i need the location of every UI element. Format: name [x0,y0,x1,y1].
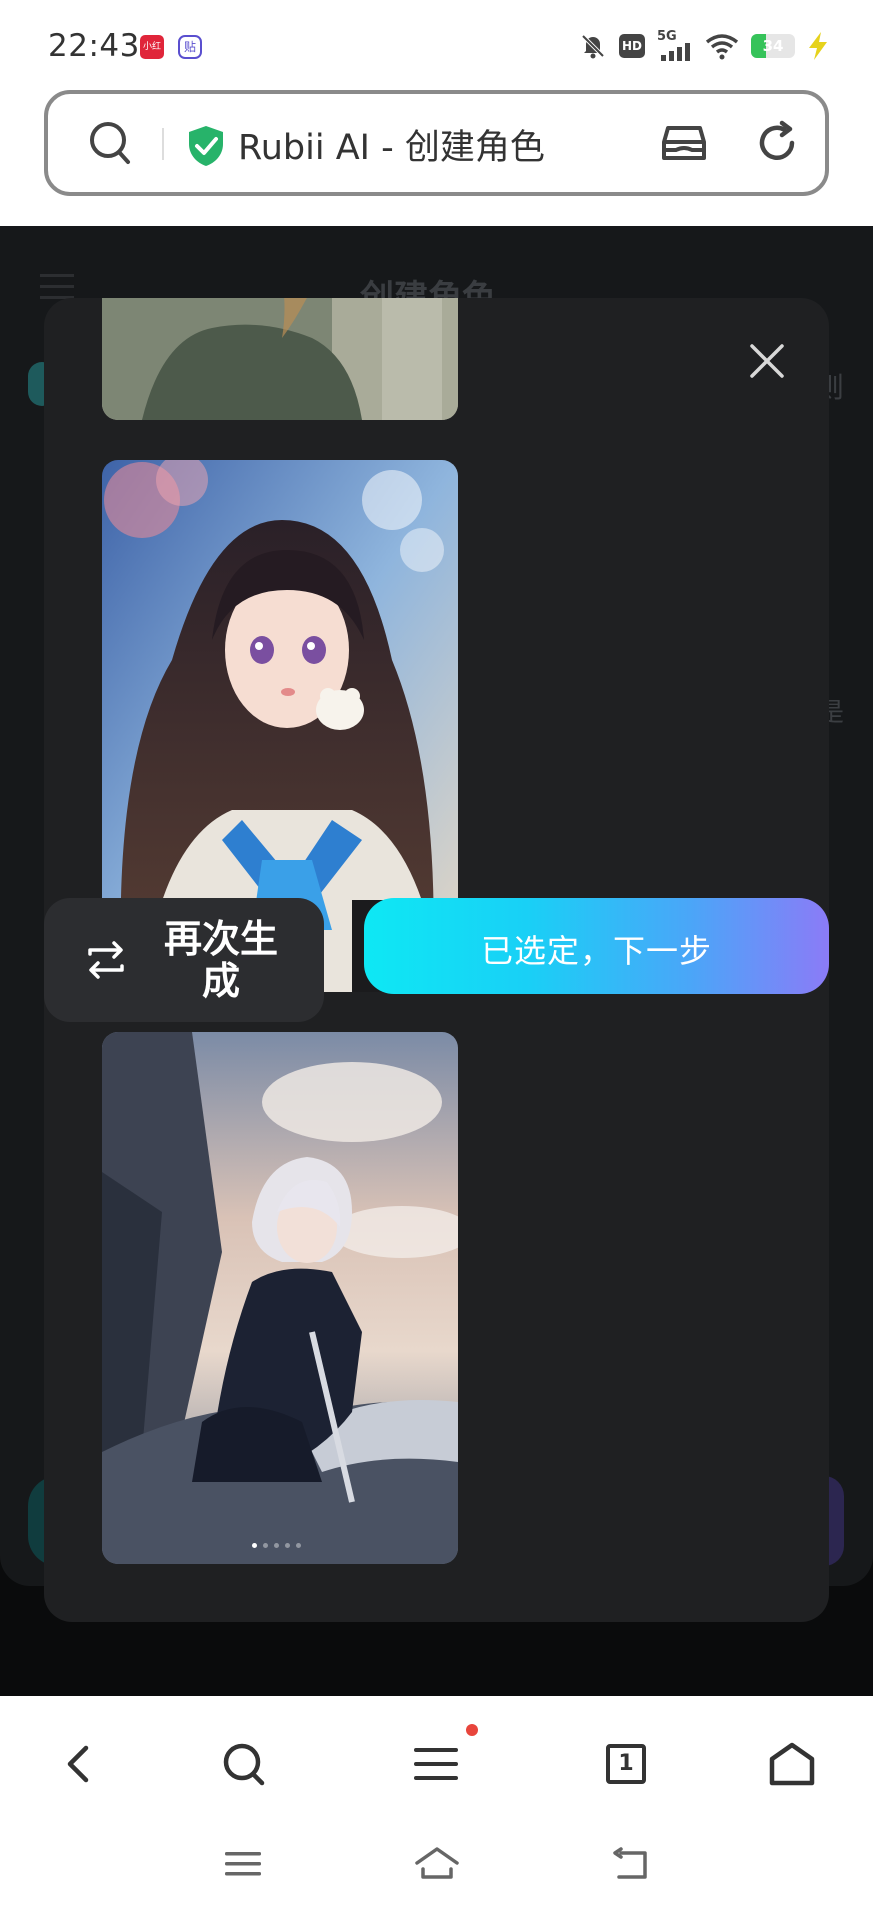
home-button[interactable] [762,1734,822,1794]
generated-image [102,298,458,420]
system-back-button[interactable] [606,1842,656,1886]
notification-dot [466,1724,478,1736]
confirm-next-label: 已选定，下一步 [480,932,712,970]
system-navigation-bar [0,1818,873,1920]
recent-apps-button[interactable] [218,1842,268,1886]
carousel-dots [252,1543,301,1548]
regenerate-button[interactable]: 再次生成 [44,898,324,1022]
hd-voice-icon: HD [619,34,645,58]
close-icon[interactable] [744,338,790,384]
page-title[interactable]: Rubii AI - 创建角色 [238,119,545,170]
status-bar: 22:43 小红书 贴 HD 5G 34 [0,0,873,86]
search-icon[interactable] [88,120,132,166]
web-content: 创建角色 则 是 [0,226,873,1696]
reload-icon[interactable] [754,120,800,166]
system-back-icon [613,1847,647,1879]
generated-image-card[interactable] [102,298,458,420]
battery-icon: 34 [751,34,795,58]
menu-button[interactable] [406,1734,466,1794]
confirm-next-button[interactable]: 已选定，下一步 [364,898,829,994]
recent-apps-icon [225,1852,261,1876]
browser-toolbar: 1 [0,1696,873,1818]
generated-image [102,1032,458,1564]
search-button[interactable] [214,1734,274,1794]
mute-bell-icon [581,34,605,59]
address-divider [162,128,164,160]
reader-mode-icon[interactable] [660,122,708,166]
home-icon [769,1742,815,1786]
character-image-picker-modal: 再次生成 已选定，下一步 [44,298,829,1622]
tabs-button[interactable]: 1 [596,1734,656,1794]
status-time: 22:43 [48,28,140,64]
regenerate-label: 再次生成 [163,917,278,1003]
address-bar[interactable]: Rubii AI - 创建角色 [44,90,829,196]
status-icons: HD 5G 34 [579,30,829,62]
secure-shield-icon [189,126,223,166]
regenerate-icon [88,941,124,979]
back-button[interactable] [50,1734,110,1794]
tieba-notification-icon: 贴 [178,35,202,59]
menu-icon [414,1748,458,1780]
search-icon [223,1743,265,1786]
charging-bolt-icon [809,32,827,60]
tab-count-icon: 1 [606,1744,646,1784]
cell-signal-icon: 5G [657,30,693,61]
xiaohongshu-notification-icon: 小红书 [140,35,164,59]
generated-image-card[interactable] [102,1032,458,1564]
wifi-icon [705,34,739,60]
system-home-icon [415,1847,459,1879]
system-home-button[interactable] [412,1842,462,1886]
back-icon [67,1745,89,1783]
